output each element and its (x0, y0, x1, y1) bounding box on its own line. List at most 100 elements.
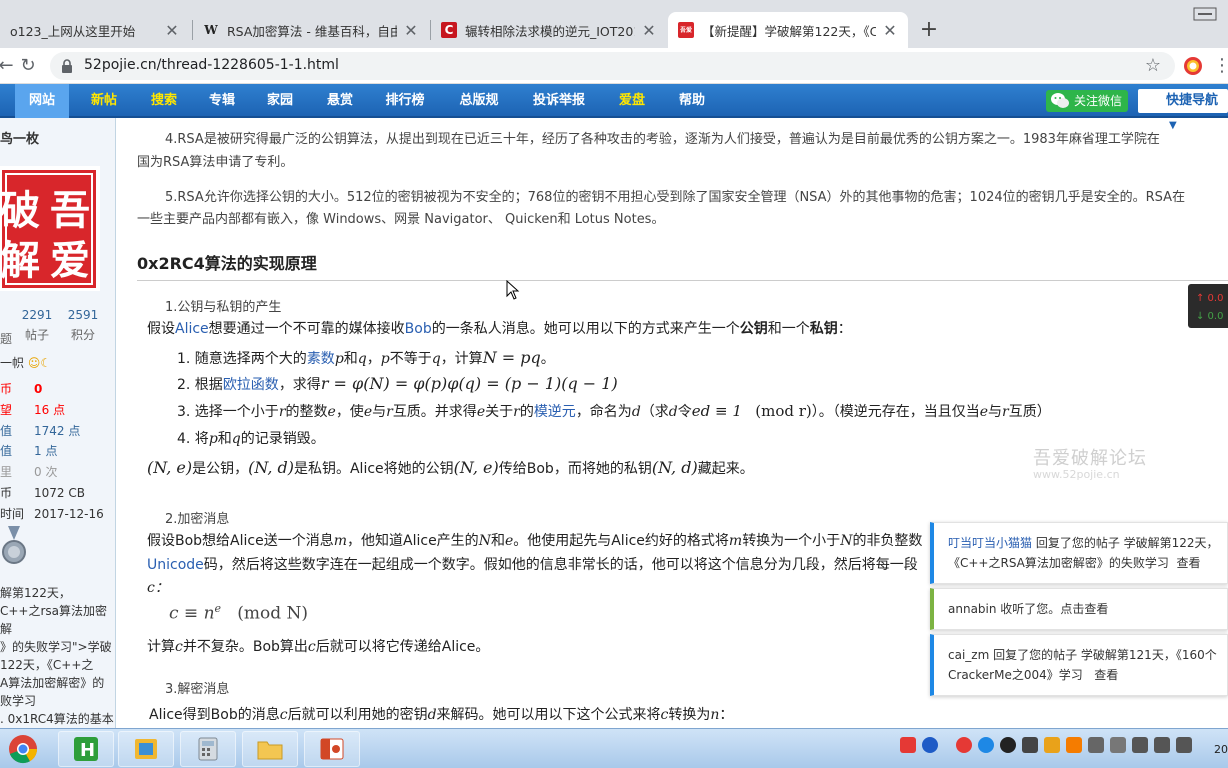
watermark: 吾爱破解论坛 (1033, 448, 1147, 469)
notification-reply[interactable]: cai_zm 回复了您的帖子 学破解第121天，《160个 CrackerMe之… (930, 634, 1228, 696)
tab-title: o123_上网从这里开始 (10, 23, 136, 39)
flag-icon[interactable] (1088, 737, 1104, 753)
title-text: 一帜 (0, 356, 25, 370)
prime-link[interactable]: 素数 (307, 351, 335, 367)
stat-key: 时间 (0, 507, 25, 521)
nav-search[interactable]: 搜索 (140, 84, 188, 118)
stat-key: 望 (0, 403, 13, 417)
notification-reply[interactable]: 叮当叮当小猫猫 回复了您的帖子 学破解第122天， 《C++之RSA算法加密解密… (930, 522, 1228, 584)
close-icon[interactable]: ✕ (641, 21, 657, 40)
taskbar-app-presentation[interactable] (304, 731, 360, 767)
stat-credits[interactable]: 2591 积分 (66, 308, 100, 343)
nav-report[interactable]: 投诉举报 (524, 84, 594, 118)
view-link[interactable]: 查看 (1177, 556, 1201, 570)
network-icon[interactable] (978, 737, 994, 753)
stat-number: 2291 (21, 308, 53, 322)
nav-new-posts[interactable]: 新帖 (80, 84, 128, 118)
keyboard-icon[interactable] (1176, 737, 1192, 753)
nav-home[interactable]: 网站 (15, 84, 69, 118)
tab-wikipedia[interactable]: W RSA加密算法 - 维基百科，自由的 ✕ (193, 12, 429, 48)
close-icon[interactable]: ✕ (882, 21, 898, 40)
tab-title: RSA加密算法 - 维基百科，自由的 (227, 23, 397, 39)
list-item: 4. 将p和q的记录销毁。 (177, 431, 325, 447)
taskbar-app-explorer[interactable] (242, 731, 298, 767)
clock[interactable]: 20 (1214, 743, 1228, 756)
close-icon[interactable]: ✕ (403, 21, 419, 40)
taskbar-app-h[interactable]: H (58, 731, 114, 767)
encrypt-line-3: c： (147, 580, 169, 596)
help-icon[interactable] (922, 737, 938, 753)
users-icon[interactable] (1022, 737, 1038, 753)
bob-link[interactable]: Bob (405, 321, 432, 337)
modular-inverse-link[interactable]: 模逆元 (534, 404, 576, 420)
unicode-link[interactable]: Unicode (147, 557, 204, 573)
recent-thread-links[interactable]: 解第122天， C++之rsa算法加密解 》的失败学习">学破 122天，《C+… (0, 584, 115, 728)
volume-icon[interactable] (1154, 737, 1170, 753)
close-icon[interactable]: ✕ (164, 21, 180, 40)
nav-ranking[interactable]: 排行榜 (376, 84, 434, 118)
app-h-icon: H (74, 737, 98, 761)
avatar[interactable]: 吾 破 爱 解 (0, 166, 100, 291)
monitor-icon[interactable] (1132, 737, 1148, 753)
stat-value: 0 次 (34, 465, 58, 479)
bookmark-star-icon[interactable]: ☆ (1145, 55, 1161, 76)
author-name[interactable]: 鸟一枚 (0, 128, 39, 147)
tab-o123[interactable]: o123_上网从这里开始 ✕ (0, 12, 190, 48)
encrypt-line-2: Unicode码，然后将这些数字连在一起组成一个数字。假如他的信息非常长的话，他… (147, 557, 918, 573)
notification-user[interactable]: 叮当叮当小猫猫 (948, 536, 1032, 550)
chrome-icon[interactable] (6, 733, 40, 765)
menu-icon[interactable]: ⋮ (1210, 54, 1228, 78)
section-heading: 0x2RC4算法的实现原理 (137, 250, 1228, 281)
follow-wechat-button[interactable]: 关注微信 (1046, 90, 1128, 112)
stat-key: 值 (0, 444, 13, 458)
notification-follow[interactable]: annabin 收听了您。点击查看 (930, 588, 1228, 630)
notification-text[interactable]: 《C++之RSA算法加密解密》的失败学习 (948, 556, 1169, 570)
decrypt-line-1: Alice得到Bob的消息c后就可以利用她的密钥d来解码。她可以用以下这个公式来… (149, 707, 734, 723)
stat-posts[interactable]: 2291 帖子 (20, 308, 54, 343)
subsection-title-keygen: 1.公钥与私钥的产生 (165, 300, 282, 315)
alice-link[interactable]: Alice (175, 321, 209, 337)
nav-home-space[interactable]: 家园 (256, 84, 304, 118)
stat-value: 16 点 (34, 403, 66, 417)
minimize-button[interactable] (1182, 0, 1228, 28)
euler-function-link[interactable]: 欧拉函数 (223, 377, 279, 393)
tab-title: 辗转相除法求模的逆元_IOT2017 (465, 23, 635, 39)
tab-csdn[interactable]: C 辗转相除法求模的逆元_IOT2017 ✕ (431, 12, 667, 48)
url-text[interactable]: 52pojie.cn/thread-1228605-1-1.html (84, 57, 339, 73)
taskbar-app-calculator[interactable] (180, 731, 236, 767)
reload-icon[interactable]: ↻ (16, 54, 40, 78)
stat-value: 1072 CB (34, 486, 85, 500)
device-icon[interactable] (1110, 737, 1126, 753)
tab-52pojie[interactable]: 吾爱 【新提醒】学破解第122天，《C ✕ (668, 12, 908, 48)
new-tab-button[interactable]: + (916, 18, 942, 44)
quick-nav-button[interactable]: 快捷导航 ▼ (1138, 89, 1228, 131)
notification-text[interactable]: CrackerMe之004》学习 (948, 668, 1083, 682)
52pojie-icon: 吾爱 (678, 22, 694, 38)
tray-chevron-icon[interactable] (944, 737, 950, 753)
record-icon[interactable] (956, 737, 972, 753)
notification-user[interactable]: cai_zm (948, 648, 989, 662)
paragraph-5-line-2: 一些主要产品内部都有嵌入，像 Windows、网景 Navigator、 Qui… (137, 212, 665, 227)
folder-tray-icon[interactable] (1044, 737, 1060, 753)
nav-bounty[interactable]: 悬赏 (316, 84, 364, 118)
svg-text:H: H (80, 740, 95, 761)
nav-aipan[interactable]: 爱盘 (608, 84, 656, 118)
address-bar[interactable]: 52pojie.cn/thread-1228605-1-1.html ☆ (50, 52, 1175, 80)
medal-icon[interactable] (0, 526, 30, 566)
nav-rules[interactable]: 总版规 (448, 84, 510, 118)
fire-icon[interactable] (1066, 737, 1082, 753)
notification-user[interactable]: annabin (948, 602, 996, 616)
extension-icon[interactable] (1183, 56, 1203, 76)
nav-help[interactable]: 帮助 (668, 84, 716, 118)
sogou-icon[interactable] (900, 737, 916, 753)
view-link[interactable]: 点击查看 (1060, 602, 1108, 616)
subsection-title-encrypt: 2.加密消息 (165, 512, 230, 527)
notification-text: 收听了您。 (996, 602, 1061, 616)
taskbar-app-folder[interactable] (118, 731, 174, 767)
view-link[interactable]: 查看 (1094, 668, 1118, 682)
nav-albums[interactable]: 专辑 (198, 84, 246, 118)
stat-row: 望 16 点 (0, 401, 65, 418)
stat-value: 2017-12-16 (34, 507, 104, 521)
quick-nav-label: 快捷导航 (1166, 93, 1219, 108)
qq-icon[interactable] (1000, 737, 1016, 753)
